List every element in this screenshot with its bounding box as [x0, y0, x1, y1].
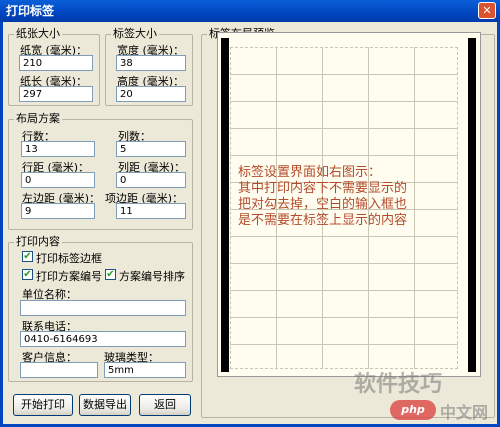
watermark-site: 中文网 [440, 403, 489, 422]
watermark-text: 软件技巧 [354, 372, 443, 397]
customer-info-input[interactable] [20, 362, 98, 378]
paper-length-input[interactable] [19, 86, 93, 102]
export-data-button[interactable]: 数据导出 [79, 394, 131, 416]
label-height-input[interactable] [116, 86, 186, 102]
scheme-number-checkbox[interactable]: ✔ [22, 269, 33, 280]
preview-left-bar [221, 38, 229, 372]
col-gap-input[interactable] [116, 172, 186, 188]
scheme-number-checkbox-label: 打印方案编号 [36, 270, 102, 283]
preview-note: 标签设置界面如右图示： 其中打印内容下不需要显示的 把对勾去掉，空白的输入框也 … [238, 165, 407, 229]
note-line: 是不需要在标签上显示的内容 [238, 213, 408, 228]
start-print-button[interactable]: 开始打印 [13, 394, 73, 416]
note-line: 其中打印内容下不需要显示的 [238, 181, 408, 196]
preview-right-bar [468, 38, 476, 372]
rows-input[interactable] [21, 141, 95, 157]
layout-legend: 布局方案 [16, 112, 60, 125]
cols-input[interactable] [116, 141, 186, 157]
left-margin-input[interactable] [21, 203, 95, 219]
back-button[interactable]: 返回 [139, 394, 191, 416]
paper-width-input[interactable] [19, 55, 93, 71]
close-icon[interactable]: ✕ [478, 2, 496, 19]
phone-input[interactable] [20, 331, 186, 347]
label-size-legend: 标签大小 [113, 27, 157, 40]
print-content-legend: 打印内容 [16, 235, 60, 248]
window-title: 打印标签 [6, 4, 55, 18]
label-width-input[interactable] [116, 55, 186, 71]
row-gap-input[interactable] [21, 172, 95, 188]
border-checkbox-label: 打印标签边框 [36, 252, 102, 265]
scheme-sort-checkbox-label: 方案编号排序 [119, 270, 185, 283]
note-line: 标签设置界面如右图示： [238, 165, 382, 180]
watermark: 软件技巧 php 中文网 [334, 362, 496, 424]
paper-size-legend: 纸张大小 [16, 27, 60, 40]
preview-canvas: 标签设置界面如右图示： 其中打印内容下不需要显示的 把对勾去掉，空白的输入框也 … [217, 32, 481, 377]
note-line: 把对勾去掉，空白的输入框也 [238, 197, 408, 212]
unit-name-input[interactable] [20, 300, 186, 316]
scheme-sort-checkbox[interactable]: ✔ [105, 269, 116, 280]
top-margin-input[interactable] [116, 203, 186, 219]
border-checkbox[interactable]: ✔ [22, 251, 33, 262]
php-logo-icon: php [390, 400, 436, 420]
title-bar: 打印标签 ✕ [0, 0, 500, 22]
glass-type-input[interactable] [104, 362, 186, 378]
